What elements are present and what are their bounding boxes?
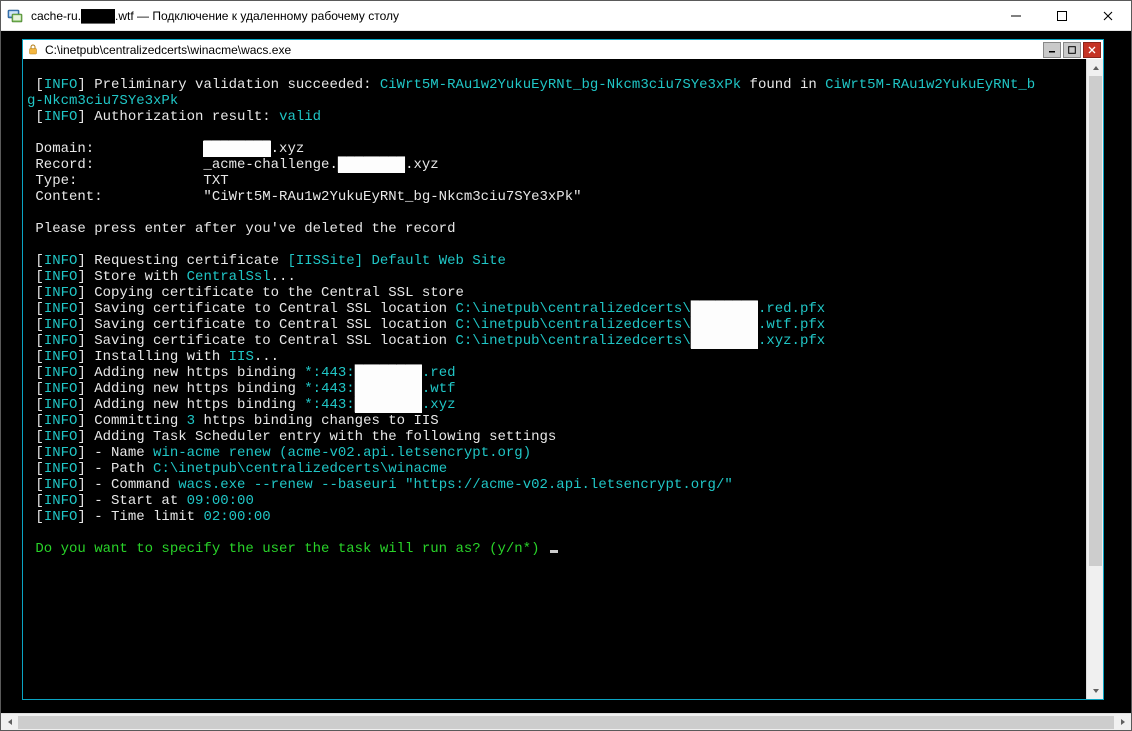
terminal-prompt[interactable]: Do you want to specify the user the task… <box>27 541 558 557</box>
term-line: Type: TXT <box>27 173 229 189</box>
minimize-button[interactable] <box>993 1 1039 31</box>
console-titlebar[interactable]: C:\inetpub\centralizedcerts\winacme\wacs… <box>23 40 1103 59</box>
term-line: [INFO] - Path C:\inetpub\centralizedcert… <box>27 461 447 477</box>
rdp-titlebar[interactable]: cache-ru.████.wtf — Подключение к удален… <box>1 1 1131 31</box>
close-button[interactable] <box>1085 1 1131 31</box>
lock-icon <box>23 44 43 55</box>
term-line: [INFO] Adding new https binding *:443:██… <box>27 381 456 397</box>
term-line: [INFO] Store with CentralSsl... <box>27 269 296 285</box>
scroll-right-arrow-icon[interactable] <box>1114 714 1131 731</box>
terminal-output[interactable]: [INFO] Preliminary validation succeeded:… <box>23 59 1086 699</box>
term-line: Content: "CiWrt5M-RAu1w2YukuEyRNt_bg-Nkc… <box>27 189 582 205</box>
term-line: [INFO] - Name win-acme renew (acme-v02.a… <box>27 445 531 461</box>
term-line: [INFO] Saving certificate to Central SSL… <box>27 333 825 349</box>
console-window-title: C:\inetpub\centralizedcerts\winacme\wacs… <box>43 43 291 57</box>
scroll-up-arrow-icon[interactable] <box>1087 59 1103 76</box>
remote-desktop-area: C:\inetpub\centralizedcerts\winacme\wacs… <box>1 31 1131 713</box>
term-line: [INFO] Authorization result: valid <box>27 109 321 125</box>
term-line: [INFO] Adding Task Scheduler entry with … <box>27 429 556 445</box>
rdp-icon <box>1 1 29 31</box>
term-line: [INFO] Preliminary validation succeeded:… <box>27 77 1035 93</box>
cursor <box>550 550 558 553</box>
term-line: [INFO] Adding new https binding *:443:██… <box>27 397 456 413</box>
term-line: [INFO] Saving certificate to Central SSL… <box>27 301 825 317</box>
term-line: [INFO] Copying certificate to the Centra… <box>27 285 464 301</box>
outer-horizontal-scrollbar[interactable] <box>1 713 1131 730</box>
console-close-button[interactable] <box>1083 42 1101 58</box>
term-line: [INFO] Installing with IIS... <box>27 349 279 365</box>
scrollbar-thumb[interactable] <box>18 716 1114 729</box>
console-maximize-button[interactable] <box>1063 42 1081 58</box>
term-line: g-Nkcm3ciu7SYe3xPk <box>27 93 178 109</box>
rdp-window: cache-ru.████.wtf — Подключение к удален… <box>0 0 1132 731</box>
scrollbar-thumb[interactable] <box>1089 76 1102 566</box>
scroll-left-arrow-icon[interactable] <box>1 714 18 731</box>
term-line: [INFO] Saving certificate to Central SSL… <box>27 317 825 333</box>
term-line: Record: _acme-challenge.████████.xyz <box>27 157 439 173</box>
console-vertical-scrollbar[interactable] <box>1086 59 1103 699</box>
rdp-window-title: cache-ru.████.wtf — Подключение к удален… <box>29 9 399 23</box>
term-line: [INFO] - Time limit 02:00:00 <box>27 509 271 525</box>
scrollbar-track[interactable] <box>18 714 1114 731</box>
maximize-button[interactable] <box>1039 1 1085 31</box>
term-line: [INFO] Adding new https binding *:443:██… <box>27 365 456 381</box>
term-line: [INFO] - Command wacs.exe --renew --base… <box>27 477 733 493</box>
term-line: Domain: ████████.xyz <box>27 141 304 157</box>
scroll-down-arrow-icon[interactable] <box>1087 682 1103 699</box>
term-line: [INFO] Committing 3 https binding change… <box>27 413 439 429</box>
term-line: [INFO] - Start at 09:00:00 <box>27 493 254 509</box>
console-minimize-button[interactable] <box>1043 42 1061 58</box>
term-line: [INFO] Requesting certificate [IISSite] … <box>27 253 506 269</box>
console-window: C:\inetpub\centralizedcerts\winacme\wacs… <box>22 39 1104 700</box>
term-line: Please press enter after you've deleted … <box>27 221 455 237</box>
